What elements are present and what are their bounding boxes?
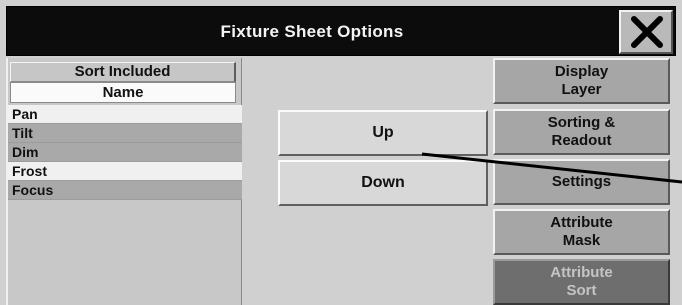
sort-included-list: Sort Included Name Pan Tilt Dim Frost Focus [6,58,242,305]
tab-display-layer[interactable]: Display Layer [493,58,670,104]
title-bar: Fixture Sheet Options [6,6,676,56]
dialog-title: Fixture Sheet Options [220,22,404,41]
close-button[interactable] [619,10,673,54]
list-item[interactable]: Pan [8,105,242,124]
tab-settings[interactable]: Settings [493,159,670,205]
tab-label: Settings [551,173,612,190]
down-button[interactable]: Down [278,160,488,206]
name-column-header[interactable]: Name [10,82,236,103]
tab-label: Attribute Sort [550,264,613,299]
close-x-icon [631,16,663,48]
list-item[interactable]: Tilt [8,124,242,143]
tab-attribute-mask[interactable]: Attribute Mask [493,209,670,255]
list-item[interactable]: Focus [8,181,242,200]
list-item[interactable]: Frost [8,162,242,181]
tab-label: Display Layer [554,63,609,98]
fixture-sheet-options-dialog: Fixture Sheet Options Sort Included Name… [0,0,682,305]
tab-sorting-readout[interactable]: Sorting & Readout [493,109,670,155]
list-item[interactable]: Dim [8,143,242,162]
tab-label: Sorting & Readout [547,114,616,149]
tab-label: Attribute Mask [550,214,613,249]
up-button[interactable]: Up [278,110,488,156]
tab-attribute-sort[interactable]: Attribute Sort [493,259,670,305]
sort-included-header: Sort Included [10,62,236,82]
